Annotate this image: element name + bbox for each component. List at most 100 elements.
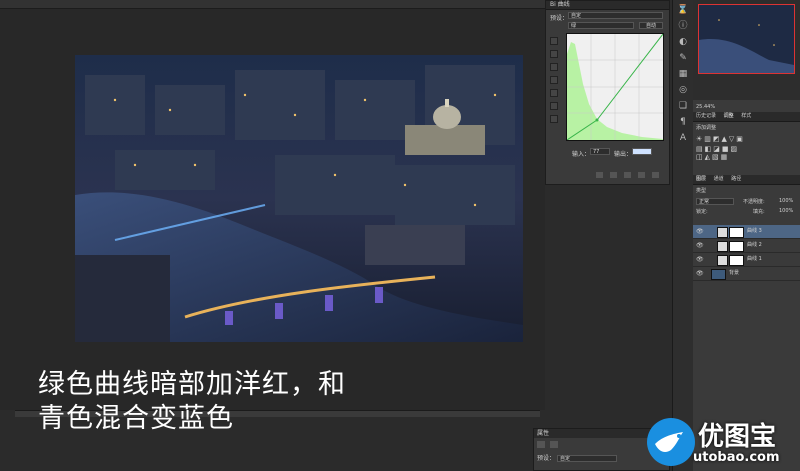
tab-styles[interactable]: 样式 bbox=[741, 113, 751, 119]
pencil-icon[interactable] bbox=[550, 102, 558, 110]
brush-icon[interactable]: ✎ bbox=[677, 52, 689, 64]
smooth-icon[interactable] bbox=[550, 115, 558, 123]
lock-row: 锁定: 填充: 100% bbox=[693, 207, 800, 217]
preset-dropdown[interactable]: 自定 bbox=[568, 12, 663, 19]
fill-label: 填充: bbox=[753, 209, 765, 215]
background-thumb bbox=[711, 269, 726, 280]
adjustment-icons[interactable]: ☀▥◩▲▽▣ bbox=[693, 133, 800, 145]
channels-icon[interactable]: ◎ bbox=[677, 84, 689, 96]
input-field[interactable]: 77 bbox=[590, 148, 610, 155]
watermark-brand: 优图宝 bbox=[698, 422, 777, 452]
layer-row-curves-3[interactable]: 👁 曲线 3 bbox=[693, 225, 800, 239]
mask-icon[interactable] bbox=[549, 441, 558, 448]
city-night-photo[interactable] bbox=[75, 55, 523, 342]
swatches-icon[interactable]: ▦ bbox=[677, 68, 689, 80]
blend-row: 正常 不透明度: 100% bbox=[693, 197, 800, 207]
adjustment-thumb bbox=[717, 255, 728, 266]
tab-adjustments[interactable]: 调整 bbox=[724, 113, 734, 119]
zoom-readout: 25.44% bbox=[696, 104, 716, 110]
adjustment-icons-row2[interactable]: ▤◧◪■▨ bbox=[693, 145, 800, 153]
clip-layer-icon[interactable] bbox=[596, 172, 603, 178]
top-ruler bbox=[0, 0, 545, 9]
visibility-eye-icon[interactable]: 👁 bbox=[696, 239, 704, 252]
curves-graph[interactable] bbox=[566, 33, 664, 141]
fill-value[interactable]: 100% bbox=[779, 208, 793, 214]
channel-dropdown[interactable]: 绿 bbox=[568, 22, 634, 29]
hand-icon[interactable] bbox=[550, 37, 558, 45]
tab-layers[interactable]: 图层 bbox=[696, 176, 706, 182]
eyedropper-white-icon[interactable] bbox=[550, 76, 558, 84]
adjust-tabbar: 历史记录 调整 样式 bbox=[693, 112, 800, 122]
watermark-url: utobao.com bbox=[693, 450, 780, 465]
reset-icon[interactable] bbox=[623, 172, 631, 178]
layer-row-curves-1[interactable]: 👁 曲线 1 bbox=[693, 253, 800, 267]
view-previous-icon[interactable] bbox=[609, 172, 617, 178]
eyedropper-gray-icon[interactable] bbox=[550, 63, 558, 71]
layer-name: 曲线 2 bbox=[747, 242, 762, 248]
curves-tools bbox=[550, 37, 558, 123]
layer-row-curves-2[interactable]: 👁 曲线 2 bbox=[693, 239, 800, 253]
opacity-label: 不透明度: bbox=[743, 199, 765, 205]
lock-label: 锁定: bbox=[696, 209, 708, 215]
properties-preset-label: 预设： bbox=[537, 455, 556, 462]
layer-mask-thumb[interactable] bbox=[729, 255, 744, 266]
navigator-panel: 25.44% bbox=[693, 0, 800, 110]
tab-history[interactable]: 历史记录 bbox=[696, 113, 716, 119]
delete-icon[interactable] bbox=[651, 172, 659, 178]
blend-mode-select[interactable]: 正常 bbox=[696, 198, 734, 205]
visibility-eye-icon[interactable]: 👁 bbox=[696, 253, 704, 266]
navigator-thumbnail[interactable] bbox=[698, 4, 795, 74]
history-icon[interactable]: ⌛ bbox=[677, 4, 689, 16]
tab-paths[interactable]: 路径 bbox=[731, 176, 741, 182]
character-icon[interactable]: A bbox=[677, 132, 689, 144]
caption-line-2: 青色混合变蓝色 bbox=[38, 403, 234, 434]
layer-name: 背景 bbox=[729, 270, 740, 276]
output-field[interactable] bbox=[632, 148, 652, 155]
curves-adjust-icon[interactable] bbox=[537, 441, 545, 448]
visibility-eye-icon[interactable]: 👁 bbox=[696, 267, 704, 280]
auto-button[interactable]: 自动 bbox=[639, 22, 663, 29]
curves-footer-buttons bbox=[596, 172, 666, 180]
adjustment-thumb bbox=[717, 227, 728, 238]
preset-value: 自定 bbox=[571, 13, 582, 19]
panel-dock-toolbar: ⌛ ⓘ ◐ ✎ ▦ ◎ ❏ ¶ A bbox=[672, 0, 694, 471]
document-canvas-area[interactable] bbox=[0, 0, 545, 410]
info-icon[interactable]: ⓘ bbox=[677, 20, 689, 32]
tutorial-caption: 绿色曲线暗部加洋红，和 青色混合变蓝色 bbox=[38, 368, 498, 436]
add-adjustment-label: 添加调整 bbox=[696, 125, 717, 131]
layer-list: 👁 曲线 3 👁 曲线 2 👁 曲线 1 👁 背景 bbox=[693, 225, 800, 281]
layer-name: 曲线 1 bbox=[747, 256, 762, 262]
navigator-preview bbox=[699, 5, 794, 73]
layer-mask-thumb[interactable] bbox=[729, 241, 744, 252]
visibility-eye-icon[interactable]: 👁 bbox=[696, 225, 704, 238]
layer-mask-thumb[interactable] bbox=[729, 227, 744, 238]
output-label: 输出： bbox=[614, 151, 633, 158]
adjustments-panel: 历史记录 调整 样式 添加调整 ☀▥◩▲▽▣ ▤◧◪■▨ ◫◭▧▦ bbox=[693, 112, 800, 161]
preset-label: 预设： bbox=[550, 15, 569, 22]
curve-point bbox=[595, 118, 599, 122]
adjust-icon[interactable]: ◐ bbox=[677, 36, 689, 48]
layer-row-background[interactable]: 👁 背景 bbox=[693, 267, 800, 281]
layers-icon[interactable]: ❏ bbox=[677, 100, 689, 112]
opacity-value[interactable]: 100% bbox=[779, 198, 793, 204]
curves-panel-header: Bi 曲线 bbox=[546, 1, 669, 10]
curves-properties-panel: Bi 曲线 预设： 自定 绿 自动 输入： 77 输出： bbox=[545, 0, 670, 185]
right-panels: 25.44% 历史记录 调整 样式 添加调整 ☀▥◩▲▽▣ ▤◧◪■▨ ◫◭▧▦… bbox=[693, 0, 800, 471]
adjustment-icons-row3[interactable]: ◫◭▧▦ bbox=[693, 153, 800, 161]
watermark: 优图宝 utobao.com bbox=[637, 412, 800, 471]
channel-value: 绿 bbox=[571, 23, 577, 29]
layer-name: 曲线 3 bbox=[747, 228, 762, 234]
histogram bbox=[566, 33, 664, 141]
layer-filter[interactable]: 类型 bbox=[693, 185, 800, 197]
properties-preset-select[interactable]: 自定 bbox=[556, 455, 617, 462]
city-night-image bbox=[75, 55, 523, 342]
input-label: 输入： bbox=[572, 151, 591, 158]
tab-channels[interactable]: 通道 bbox=[714, 176, 724, 182]
adjustment-thumb bbox=[717, 241, 728, 252]
visibility-icon[interactable] bbox=[637, 172, 645, 178]
curve-point-icon[interactable] bbox=[550, 89, 558, 97]
kind-filter[interactable]: 类型 bbox=[696, 188, 706, 194]
paragraph-icon[interactable]: ¶ bbox=[677, 116, 689, 128]
caption-line-1: 绿色曲线暗部加洋红，和 bbox=[38, 369, 346, 400]
eyedropper-black-icon[interactable] bbox=[550, 50, 558, 58]
